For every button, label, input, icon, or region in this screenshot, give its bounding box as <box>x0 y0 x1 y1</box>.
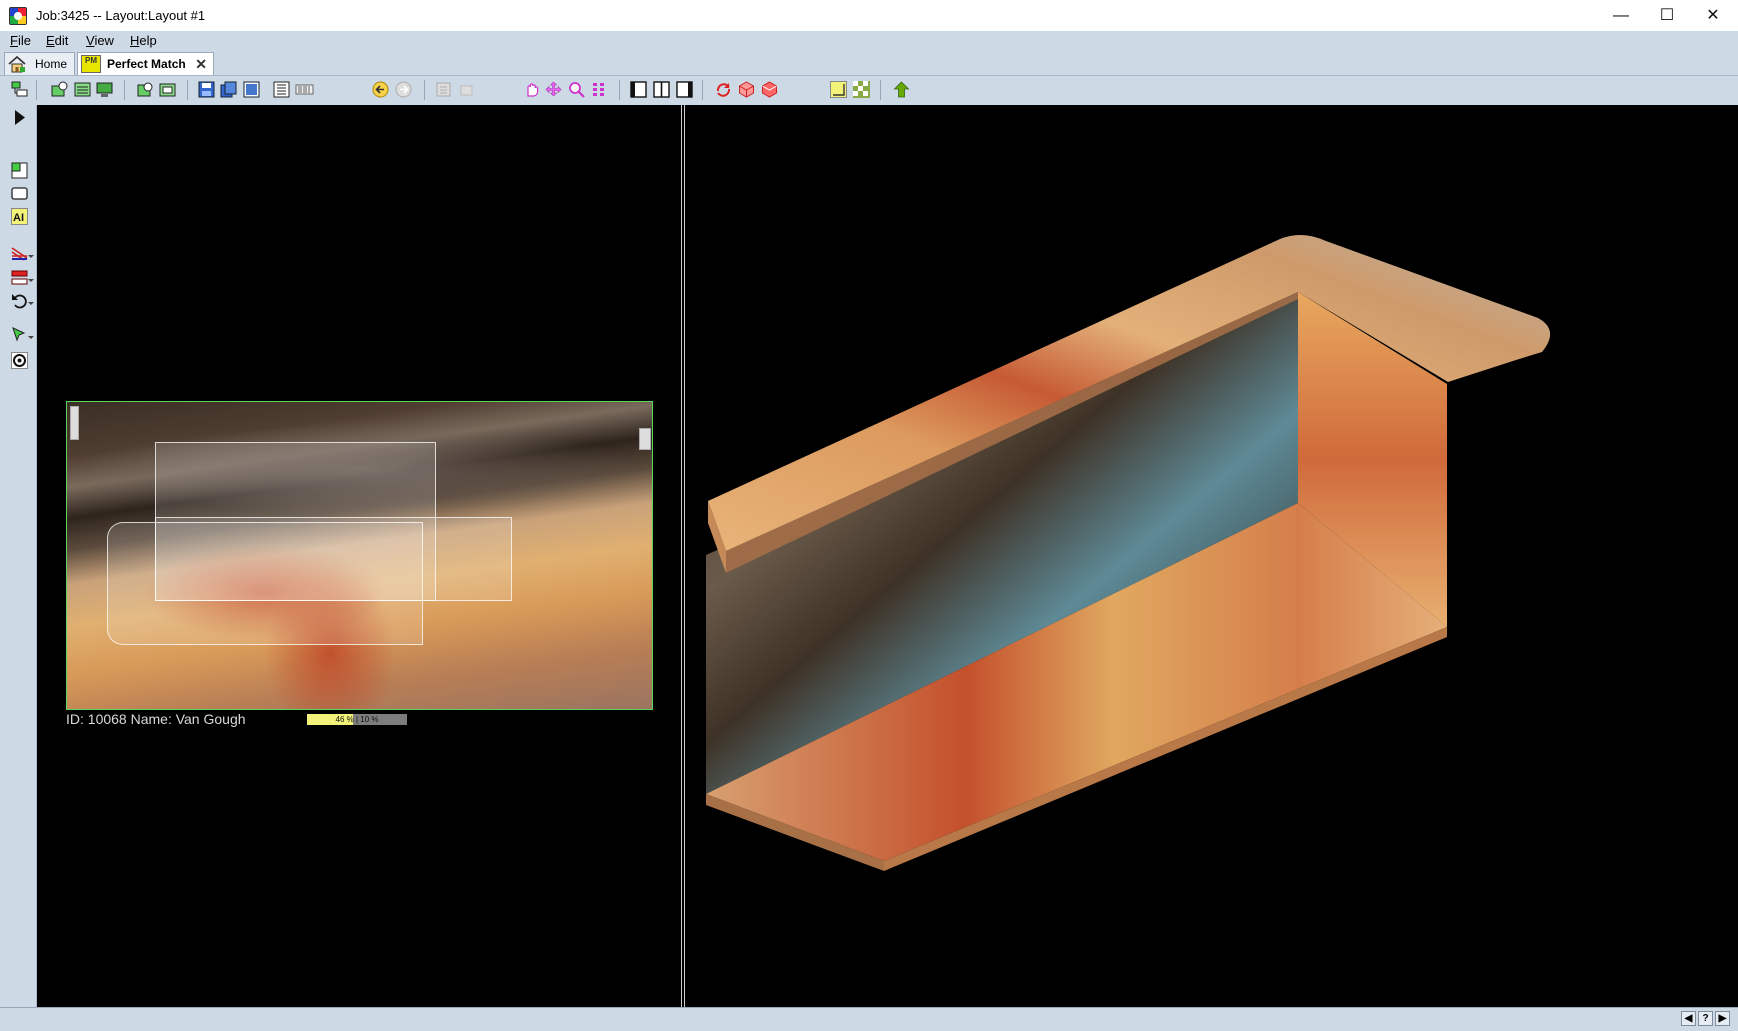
slab-list-icon[interactable] <box>74 81 91 98</box>
maximize-button[interactable]: ☐ <box>1644 0 1690 31</box>
title-bar: Job:3425 -- Layout:Layout #1 — ☐ ✕ <box>0 0 1738 32</box>
menu-view[interactable]: View <box>86 33 114 48</box>
slab-search-icon[interactable] <box>137 81 154 98</box>
piece-icon[interactable] <box>11 162 28 179</box>
slab-usage-progress-text: 46 % | 10 % <box>335 715 379 724</box>
slab-usage-progress: 46 % | 10 % <box>307 714 407 725</box>
seam-icon[interactable] <box>830 81 847 98</box>
back-arrow-icon[interactable] <box>372 81 389 98</box>
help-icon[interactable]: ? <box>1698 1011 1713 1026</box>
minimize-button[interactable]: — <box>1598 0 1644 31</box>
paste-icon[interactable] <box>458 81 475 98</box>
up-arrow-icon[interactable] <box>893 81 910 98</box>
toolbar-separator <box>424 80 425 100</box>
target-icon[interactable] <box>11 352 28 369</box>
window-title: Job:3425 -- Layout:Layout #1 <box>36 8 206 23</box>
menu-file[interactable]: File <box>10 33 31 48</box>
grid-icon[interactable] <box>591 81 608 98</box>
3d-model-viewport[interactable] <box>686 105 1738 1007</box>
play-icon[interactable] <box>11 109 28 126</box>
3d-box-icon[interactable] <box>738 81 755 98</box>
slab-inventory-icon[interactable] <box>159 81 176 98</box>
toolbar-separator <box>619 80 620 100</box>
perfect-match-icon: PM <box>81 55 101 73</box>
close-button[interactable]: ✕ <box>1690 0 1736 31</box>
dropdown-arrow-icon[interactable] <box>28 279 34 282</box>
svg-text:AI: AI <box>13 212 24 224</box>
layout-icon[interactable] <box>11 81 28 98</box>
vertical-toolbar: AI <box>0 105 37 1007</box>
measure-icon[interactable] <box>11 245 28 262</box>
rectangle-icon[interactable] <box>11 185 28 202</box>
prev-icon[interactable]: ◀ <box>1681 1011 1696 1026</box>
toolbar-separator <box>36 80 37 100</box>
tab-close-icon[interactable]: ✕ <box>195 56 207 73</box>
barcode-icon[interactable] <box>295 81 314 98</box>
next-icon[interactable]: ▶ <box>1715 1011 1730 1026</box>
toolbar-separator <box>187 80 188 100</box>
layers-icon[interactable] <box>11 269 28 286</box>
pan-hand-icon[interactable] <box>523 81 540 98</box>
tab-perfect-match[interactable]: PM Perfect Match ✕ <box>77 52 214 75</box>
status-bar: ◀ ? ▶ <box>0 1007 1738 1031</box>
toolbar-separator <box>702 80 703 100</box>
dropdown-arrow-icon[interactable] <box>28 255 34 258</box>
slab-caption: ID: 10068 Name: Van Gough <box>66 711 246 727</box>
toolbar-separator <box>124 80 125 100</box>
move-icon[interactable] <box>545 81 562 98</box>
export-icon[interactable] <box>243 81 260 98</box>
tab-strip: Home PM Perfect Match ✕ <box>0 51 1738 76</box>
pane-splitter[interactable] <box>679 105 686 1007</box>
app-icon <box>9 7 27 25</box>
save-icon[interactable] <box>198 81 215 98</box>
slab-display-icon[interactable] <box>96 81 113 98</box>
layout-piece-counter[interactable] <box>107 522 423 645</box>
tab-home[interactable]: Home <box>4 52 75 75</box>
zoom-icon[interactable] <box>568 81 585 98</box>
toolbar-separator <box>880 80 881 100</box>
menu-help[interactable]: Help <box>130 33 157 48</box>
add-slab-icon[interactable] <box>51 81 68 98</box>
forward-arrow-icon[interactable] <box>395 81 412 98</box>
tab-home-label: Home <box>35 57 68 71</box>
left-pane-icon[interactable] <box>676 81 693 98</box>
slab-image[interactable] <box>66 401 653 710</box>
undo-icon[interactable] <box>11 292 28 309</box>
dropdown-arrow-icon[interactable] <box>28 302 34 305</box>
menu-bar: File Edit View Help <box>0 31 1738 51</box>
main-toolbar <box>0 76 1738 106</box>
slab-label-tag <box>639 428 651 450</box>
texture-icon[interactable] <box>853 81 870 98</box>
text-icon[interactable]: AI <box>11 208 28 225</box>
split-pane-icon[interactable] <box>653 81 670 98</box>
print-icon[interactable] <box>273 81 290 98</box>
tab-perfect-match-label: Perfect Match <box>107 57 186 71</box>
menu-edit[interactable]: Edit <box>46 33 68 48</box>
3d-solid-icon[interactable] <box>761 81 778 98</box>
slab-label-tag <box>70 406 79 440</box>
dropdown-arrow-icon[interactable] <box>28 336 34 339</box>
rotate-icon[interactable] <box>715 81 732 98</box>
single-pane-icon[interactable] <box>630 81 647 98</box>
select-icon[interactable] <box>11 326 28 343</box>
home-icon <box>8 55 26 73</box>
save-all-icon[interactable] <box>220 81 237 98</box>
3d-countertop-model[interactable] <box>686 105 1738 1007</box>
copy-icon[interactable] <box>435 81 452 98</box>
